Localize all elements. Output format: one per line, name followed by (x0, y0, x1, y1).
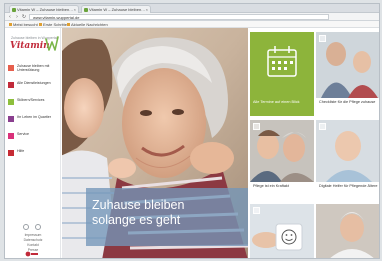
close-tab-icon[interactable]: × (74, 6, 76, 13)
browser-tab-bar: Vitamin W – Zuhause bleiben… × Vitamin W… (5, 4, 379, 13)
tile-badge-icon (319, 123, 326, 130)
tile-caption: Checkliste für die Pflege zuhause (316, 98, 379, 116)
sidebar-item-help[interactable]: Hilfe (8, 147, 60, 161)
logo-w-icon (45, 36, 59, 51)
hero-banner[interactable]: Zuhause bleiben solange es geht (62, 28, 248, 258)
accessibility-icon[interactable] (25, 251, 39, 257)
site-logo[interactable]: Zuhause bleiben in Wuppertal Vitamin (9, 34, 59, 56)
category-square-icon (8, 150, 14, 156)
sidebar-item-services[interactable]: Alle Dienstleistungen (8, 79, 60, 93)
tile-care[interactable]: Pflege ist ein Kraftakt (250, 120, 314, 200)
browser-tab[interactable]: Vitamin W – Zuhause bleiben… × (81, 5, 151, 13)
sidebar-item-browse[interactable]: Stöbern/Services (8, 96, 60, 110)
reload-icon[interactable]: ↻ (21, 14, 27, 20)
tab-title: Vitamin W – Zuhause bleiben… (17, 7, 74, 12)
hero-caption-box[interactable]: Zuhause bleiben solange es geht (86, 188, 248, 246)
teaser-grid: Alle Termine auf einen Blick Checkliste … (250, 28, 379, 258)
bookmark-item[interactable]: Aktuelle Nachrichten (67, 21, 108, 28)
tile-badge-icon (253, 207, 260, 214)
category-square-icon (8, 65, 14, 71)
slider-controls (13, 224, 53, 230)
tab-title: Vitamin W – Zuhause bleiben… (89, 7, 146, 12)
browser-address-bar: ‹ › ↻ www.vitamin-wuppertal.de (5, 13, 379, 21)
web-page: Zuhause bleiben in Wuppertal Vitamin Zuh… (5, 28, 379, 258)
sidebar-item-service[interactable]: Service (8, 130, 60, 144)
category-square-icon (8, 82, 14, 88)
bookmark-item[interactable]: Erste Schritte (39, 21, 67, 28)
sidebar-item-quarter[interactable]: Ihr Leben im Quartier (8, 113, 60, 127)
calendar-icon (267, 46, 297, 77)
sidebar-item-label: Stöbern/Services (17, 98, 45, 102)
site-favicon-icon (84, 8, 88, 12)
tile-badge-icon (319, 35, 326, 42)
tile-smiley[interactable] (250, 204, 314, 258)
tile-caption: Digitale Helfer für Pflegende Ältere (316, 182, 379, 200)
bookmarks-bar: Meist besucht Erste Schritte Aktuelle Na… (5, 21, 379, 28)
tile-caption: Pflege ist ein Kraftakt (250, 182, 314, 200)
bookmark-icon (9, 23, 12, 26)
tile-digital[interactable]: Digitale Helfer für Pflegende Ältere (316, 120, 379, 200)
sidebar-item-support[interactable]: Zuhause bleiben mit Unterstützung (8, 62, 60, 76)
bookmark-item[interactable]: Meist besucht (9, 21, 38, 28)
forward-arrow-icon[interactable]: › (14, 14, 20, 20)
main-navigation: Zuhause bleiben mit Unterstützung Alle D… (8, 62, 60, 164)
sidebar-item-label: Alle Dienstleistungen (17, 81, 51, 85)
footer-links: Impressum Datenschutz Kontakt Presse (9, 233, 57, 253)
hero-title: Zuhause bleiben solange es geht (92, 198, 185, 227)
tile-caption: Alle Termine auf einen Blick (250, 98, 314, 116)
slider-next-button[interactable] (35, 224, 41, 230)
tile-photo (316, 204, 379, 258)
sidebar-item-label: Service (17, 132, 29, 136)
tile-person[interactable] (316, 204, 379, 258)
category-square-icon (8, 116, 14, 122)
bookmark-icon (39, 23, 42, 26)
bookmark-icon (67, 23, 70, 26)
category-square-icon (8, 99, 14, 105)
tile-badge-icon (253, 123, 260, 130)
monitor-screen: Vitamin W – Zuhause bleiben… × Vitamin W… (4, 3, 380, 259)
tile-calendar[interactable]: Alle Termine auf einen Blick (250, 32, 314, 116)
site-favicon-icon (12, 8, 16, 12)
sidebar-item-label: Ihr Leben im Quartier (17, 115, 51, 119)
url-field[interactable]: www.vitamin-wuppertal.de (29, 14, 329, 20)
slider-prev-button[interactable] (23, 224, 29, 230)
category-square-icon (8, 133, 14, 139)
close-tab-icon[interactable]: × (146, 6, 148, 13)
logo-name: Vitamin (10, 41, 50, 51)
sidebar-item-label: Hilfe (17, 149, 25, 153)
sidebar: Zuhause bleiben in Wuppertal Vitamin Zuh… (5, 28, 61, 258)
sidebar-item-label: Zuhause bleiben mit Unterstützung (17, 64, 50, 72)
browser-tab-active[interactable]: Vitamin W – Zuhause bleiben… × (9, 5, 79, 13)
back-arrow-icon[interactable]: ‹ (7, 14, 13, 20)
tile-checklist[interactable]: Checkliste für die Pflege zuhause (316, 32, 379, 116)
